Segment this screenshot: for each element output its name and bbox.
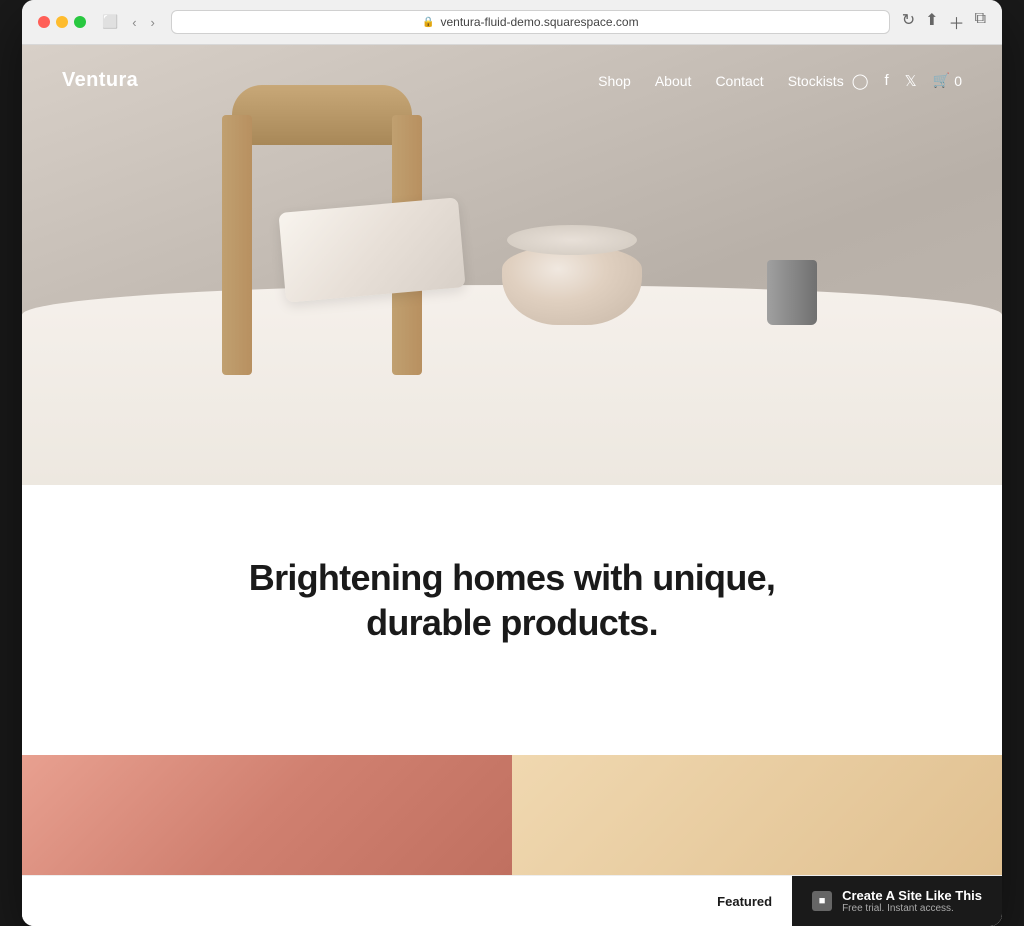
bowl-rim — [507, 225, 637, 255]
product-thumbnail-1 — [22, 755, 512, 875]
cta-sub-text: Free trial. Instant access. — [842, 903, 982, 914]
cart-count: 0 — [954, 73, 962, 89]
browser-actions: ↻ ⬆ ＋ ⧉ — [902, 10, 986, 34]
website-content: Ventura Shop About Contact Stockists ◯ f… — [22, 45, 1002, 926]
reload-button[interactable]: ↻ — [902, 10, 915, 34]
maximize-button[interactable] — [74, 16, 86, 28]
nav-links: Shop About Contact Stockists — [598, 73, 844, 89]
tagline-section: Brightening homes with unique, durable p… — [22, 485, 1002, 755]
nav-right: Shop About Contact Stockists ◯ f 𝕏 🛒 0 — [598, 72, 962, 90]
chair-left-leg — [222, 115, 252, 375]
product-preview-strip — [22, 755, 1002, 875]
bowl-body — [502, 245, 642, 325]
twitter-icon[interactable]: 𝕏 — [905, 72, 917, 90]
forward-button[interactable]: › — [147, 13, 159, 32]
squarespace-logo-icon: ■ — [812, 891, 832, 911]
product-thumbnail-2 — [512, 755, 1002, 875]
instagram-icon[interactable]: ◯ — [852, 72, 869, 90]
share-button[interactable]: ⬆ — [925, 10, 938, 34]
product-item-2[interactable] — [512, 755, 1002, 875]
ceramic-bowl — [502, 225, 642, 325]
back-button[interactable]: ‹ — [128, 13, 140, 32]
cloth-item — [278, 197, 465, 302]
tagline: Brightening homes with unique, durable p… — [212, 555, 812, 645]
sidebar-toggle-icon[interactable]: ⬜ — [98, 12, 122, 32]
tagline-line2: durable products. — [366, 602, 658, 643]
address-bar[interactable]: 🔒 ventura-fluid-demo.squarespace.com — [171, 10, 890, 34]
cart-icon[interactable]: 🛒 0 — [933, 72, 962, 89]
traffic-lights — [38, 16, 86, 28]
cup-body — [767, 260, 817, 325]
minimize-button[interactable] — [56, 16, 68, 28]
lock-icon: 🔒 — [422, 17, 434, 28]
product-item-1[interactable] — [22, 755, 512, 875]
close-button[interactable] — [38, 16, 50, 28]
page-footer-strip: Featured ■ Create A Site Like This Free … — [22, 875, 1002, 926]
tabs-button[interactable]: ⧉ — [975, 10, 986, 34]
tagline-line1: Brightening homes with unique, — [249, 557, 775, 598]
hero-section: Ventura Shop About Contact Stockists ◯ f… — [22, 45, 1002, 485]
nav-stockists[interactable]: Stockists — [788, 73, 844, 89]
nav-social-icons: ◯ f 𝕏 🛒 0 — [852, 72, 962, 90]
facebook-icon[interactable]: f — [885, 72, 889, 89]
browser-chrome: ⬜ ‹ › 🔒 ventura-fluid-demo.squarespace.c… — [22, 0, 1002, 45]
nav-about[interactable]: About — [655, 73, 692, 89]
featured-label: Featured — [697, 882, 792, 921]
browser-window: ⬜ ‹ › 🔒 ventura-fluid-demo.squarespace.c… — [22, 0, 1002, 926]
squarespace-cta-button[interactable]: ■ Create A Site Like This Free trial. In… — [792, 876, 1002, 926]
url-text: ventura-fluid-demo.squarespace.com — [440, 15, 638, 29]
browser-controls: ⬜ ‹ › — [98, 12, 159, 32]
main-nav: Ventura Shop About Contact Stockists ◯ f… — [22, 45, 1002, 116]
nav-shop[interactable]: Shop — [598, 73, 631, 89]
nav-contact[interactable]: Contact — [715, 73, 763, 89]
cta-text: Create A Site Like This Free trial. Inst… — [842, 888, 982, 914]
new-tab-button[interactable]: ＋ — [949, 10, 965, 34]
cta-main-text: Create A Site Like This — [842, 888, 982, 903]
cart-bag-icon: 🛒 — [933, 72, 950, 89]
site-logo[interactable]: Ventura — [62, 69, 138, 92]
ceramic-cup — [762, 245, 822, 325]
